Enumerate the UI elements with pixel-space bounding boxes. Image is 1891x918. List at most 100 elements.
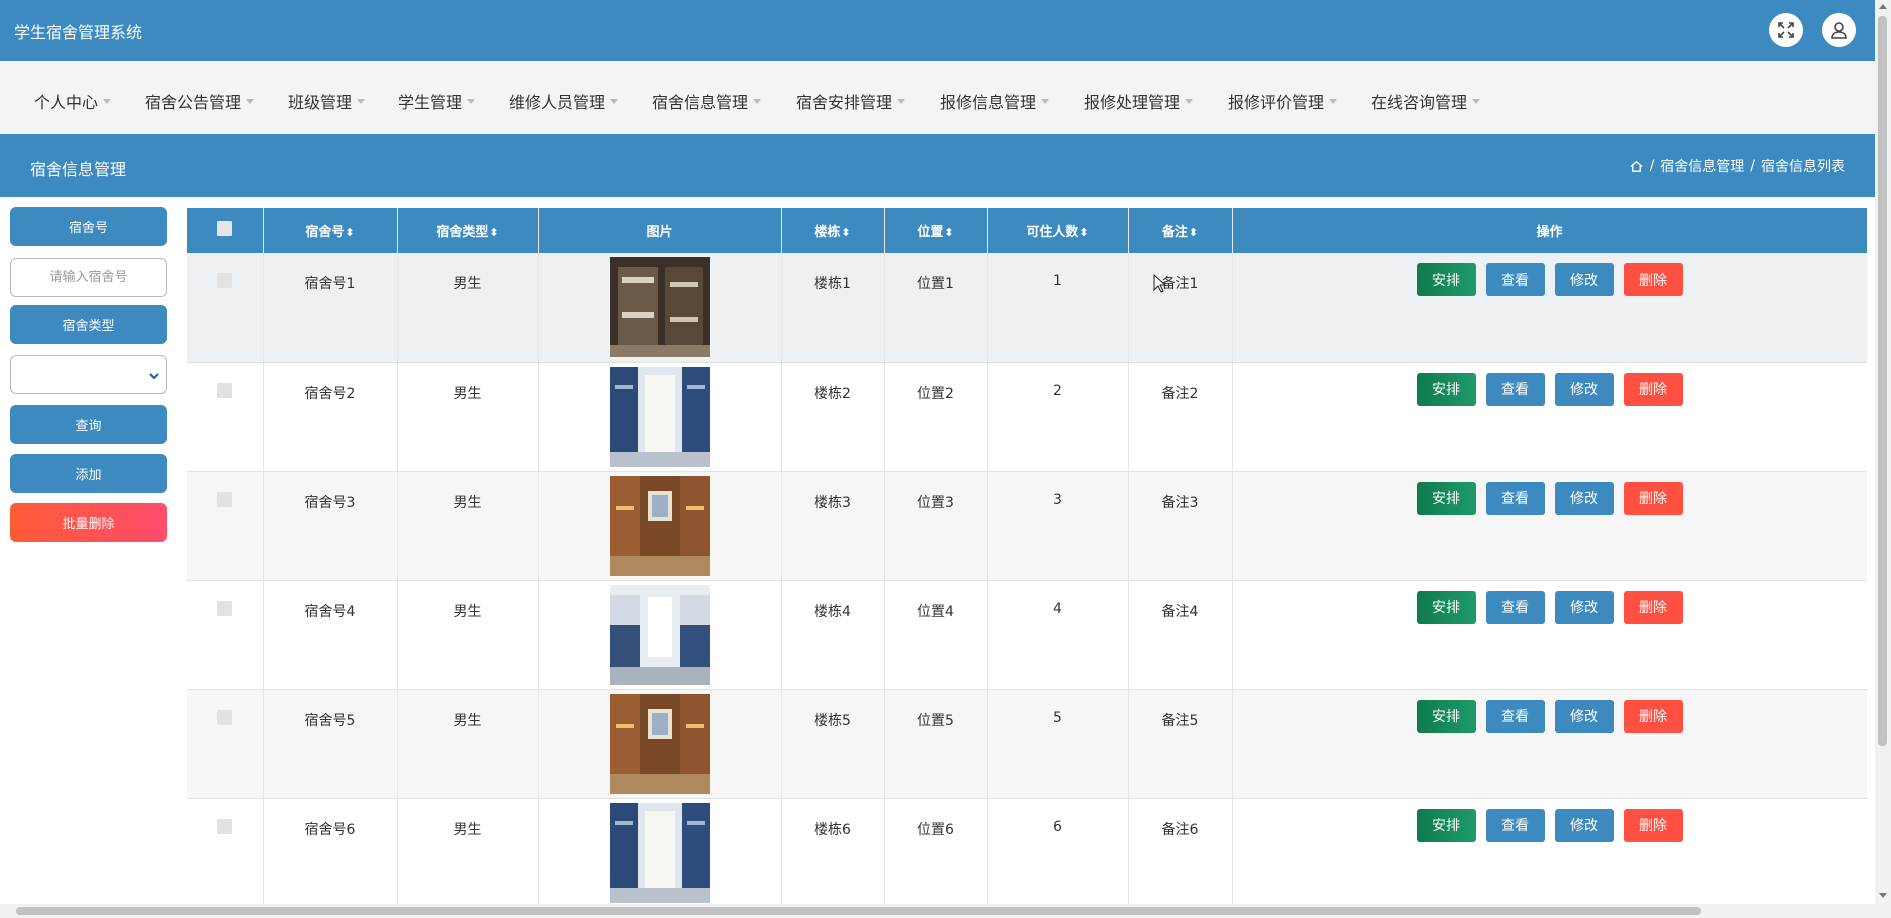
room-type-cell: 男生: [397, 689, 539, 799]
delete-button[interactable]: 删除: [1623, 372, 1683, 406]
breadcrumb: / 宿舍信息管理 / 宿舍信息列表: [1629, 156, 1845, 176]
edit-button[interactable]: 修改: [1554, 263, 1614, 296]
row-select-cell: [187, 689, 264, 799]
vertical-scrollbar[interactable]: [1875, 0, 1891, 904]
row-checkbox[interactable]: [217, 273, 233, 288]
room-number-cell: 宿舍号6: [263, 798, 398, 905]
arrange-button[interactable]: 安排: [1416, 699, 1476, 733]
add-button[interactable]: 添加: [10, 454, 167, 493]
chevron-down-icon: [103, 99, 112, 104]
row-checkbox[interactable]: [217, 491, 233, 507]
nav-student-management[interactable]: 学生管理: [398, 89, 476, 113]
column-header-capacity[interactable]: 可住人数⬍: [987, 208, 1129, 253]
view-button[interactable]: 查看: [1485, 481, 1545, 515]
building-cell: 楼栋3: [781, 471, 885, 581]
delete-button[interactable]: 删除: [1623, 590, 1683, 624]
edit-button[interactable]: 修改: [1554, 590, 1614, 624]
chevron-down-icon: [610, 99, 619, 104]
edit-button[interactable]: 修改: [1554, 481, 1614, 515]
column-header-image: 图片: [538, 208, 782, 253]
row-checkbox[interactable]: [217, 382, 233, 398]
nav-class-management[interactable]: 班级管理: [288, 89, 366, 113]
delete-button[interactable]: 删除: [1623, 808, 1683, 842]
breadcrumb-item[interactable]: 宿舍信息管理: [1660, 156, 1744, 176]
arrange-button[interactable]: 安排: [1416, 372, 1476, 406]
room-type-cell: 男生: [397, 362, 539, 472]
row-select-cell: [187, 253, 264, 363]
delete-button[interactable]: 删除: [1623, 263, 1683, 296]
fullscreen-icon: [1778, 22, 1794, 38]
home-icon[interactable]: [1629, 159, 1644, 174]
dorm-photo[interactable]: [609, 475, 710, 576]
search-button[interactable]: 查询: [10, 405, 167, 444]
note-cell: 备注2: [1128, 362, 1233, 472]
nav-label: 学生管理: [398, 93, 463, 112]
edit-button[interactable]: 修改: [1554, 699, 1614, 733]
room-type-select[interactable]: [10, 355, 167, 394]
image-cell: [538, 580, 782, 690]
nav-repair-info-management[interactable]: 报修信息管理: [940, 89, 1050, 113]
horizontal-scroll-thumb[interactable]: [16, 907, 1701, 915]
page-title: 宿舍信息管理: [30, 160, 127, 179]
nav-dorm-arrangement-management[interactable]: 宿舍安排管理: [796, 89, 906, 113]
building-cell: 楼栋4: [781, 580, 885, 690]
arrange-button[interactable]: 安排: [1416, 590, 1476, 624]
row-checkbox[interactable]: [217, 709, 233, 725]
view-button[interactable]: 查看: [1485, 699, 1545, 733]
dorm-photo[interactable]: [609, 802, 710, 903]
arrange-button[interactable]: 安排: [1416, 481, 1476, 515]
room-number-cell: 宿舍号5: [263, 689, 398, 799]
sort-icon: ⬍: [1188, 226, 1199, 239]
room-number-input[interactable]: [10, 258, 167, 297]
arrange-button[interactable]: 安排: [1416, 808, 1476, 842]
nav-repair-handling-management[interactable]: 报修处理管理: [1084, 89, 1194, 113]
dorm-photo[interactable]: [609, 693, 710, 794]
capacity-cell: 4: [987, 580, 1129, 690]
scroll-up-arrow-icon[interactable]: [1879, 4, 1887, 9]
row-checkbox[interactable]: [217, 600, 233, 616]
edit-button[interactable]: 修改: [1554, 808, 1614, 842]
scroll-down-arrow-icon[interactable]: [1879, 893, 1887, 898]
vertical-scroll-thumb[interactable]: [1878, 16, 1887, 746]
column-header-location[interactable]: 位置⬍: [884, 208, 988, 253]
batch-delete-button[interactable]: 批量删除: [10, 503, 167, 542]
image-cell: [538, 689, 782, 799]
column-header-type[interactable]: 宿舍类型⬍: [397, 208, 539, 253]
select-all-checkbox[interactable]: [217, 221, 233, 236]
delete-button[interactable]: 删除: [1623, 481, 1683, 515]
nav-label: 个人中心: [34, 93, 99, 112]
capacity-cell: 3: [987, 471, 1129, 581]
dorm-photo[interactable]: [609, 584, 710, 685]
actions-cell: 安排 查看 修改 删除: [1232, 362, 1867, 472]
nav-label: 维修人员管理: [509, 93, 606, 112]
nav-personal-center[interactable]: 个人中心: [34, 89, 112, 113]
edit-button[interactable]: 修改: [1554, 372, 1614, 406]
user-menu-button[interactable]: [1822, 13, 1856, 47]
actions-cell: 安排 查看 修改 删除: [1232, 580, 1867, 690]
row-checkbox[interactable]: [217, 818, 233, 834]
delete-button[interactable]: 删除: [1623, 699, 1683, 733]
view-button[interactable]: 查看: [1485, 590, 1545, 624]
nav-dorm-info-management[interactable]: 宿舍信息管理: [652, 89, 762, 113]
nav-online-consult-management[interactable]: 在线咨询管理: [1371, 89, 1481, 113]
view-button[interactable]: 查看: [1485, 372, 1545, 406]
nav-notice-management[interactable]: 宿舍公告管理: [145, 89, 255, 113]
nav-repairman-management[interactable]: 维修人员管理: [509, 89, 619, 113]
view-button[interactable]: 查看: [1485, 263, 1545, 296]
dorm-photo[interactable]: [609, 366, 710, 467]
sort-icon: ⬍: [489, 226, 499, 239]
column-header-room[interactable]: 宿舍号⬍: [263, 208, 398, 253]
view-button[interactable]: 查看: [1485, 808, 1545, 842]
dorm-photo[interactable]: [609, 257, 710, 357]
actions-cell: 安排 查看 修改 删除: [1232, 689, 1867, 799]
column-header-building[interactable]: 楼栋⬍: [781, 208, 885, 253]
column-header-note[interactable]: 备注⬍: [1128, 208, 1233, 253]
horizontal-scrollbar[interactable]: [0, 904, 1891, 918]
room-type-cell: 男生: [397, 253, 539, 363]
building-cell: 楼栋5: [781, 689, 885, 799]
arrange-button[interactable]: 安排: [1416, 263, 1476, 296]
dorm-table: 宿舍号⬍ 宿舍类型⬍ 图片 楼栋⬍ 位置⬍ 可住人数⬍ 备注⬍ 操作 宿舍号1 …: [187, 208, 1867, 905]
nav-repair-review-management[interactable]: 报修评价管理: [1228, 89, 1338, 113]
fullscreen-button[interactable]: [1769, 13, 1803, 47]
actions-cell: 安排 查看 修改 删除: [1232, 798, 1867, 905]
